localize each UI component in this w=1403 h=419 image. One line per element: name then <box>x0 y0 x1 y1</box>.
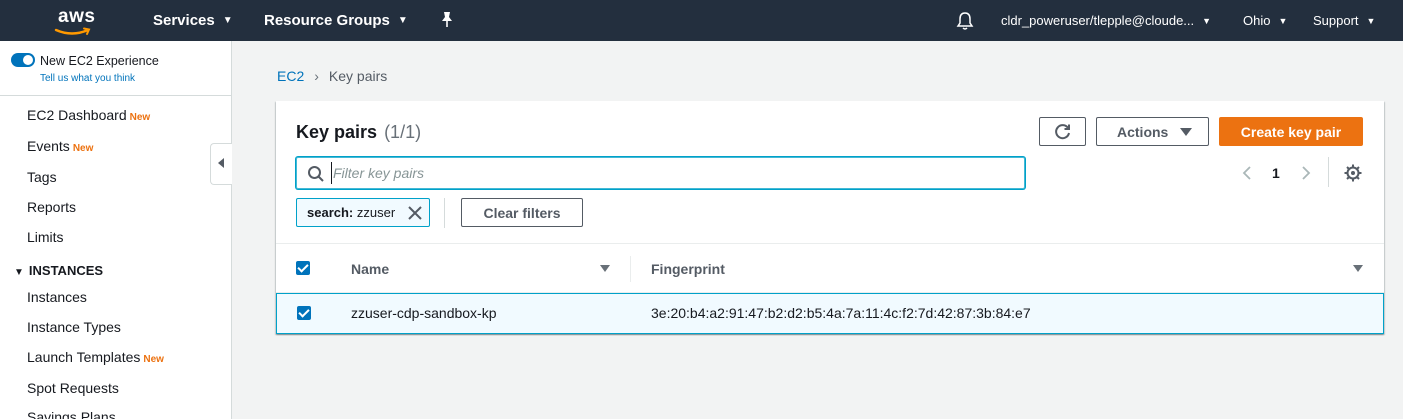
sidebar-collapse-button[interactable] <box>210 143 232 185</box>
search-box <box>296 157 1025 189</box>
new-experience-toggle[interactable] <box>11 53 35 67</box>
column-divider <box>630 256 631 282</box>
pin-icon[interactable] <box>439 11 455 29</box>
filter-divider <box>444 198 445 228</box>
clear-filters-button[interactable]: Clear filters <box>461 198 583 227</box>
chevron-down-icon: ▼ <box>222 15 233 26</box>
sort-icon[interactable] <box>1353 265 1363 272</box>
refresh-icon <box>1055 124 1070 140</box>
breadcrumb: EC2 › Key pairs <box>277 68 387 84</box>
gear-icon[interactable] <box>1344 164 1362 182</box>
key-pair-fingerprint: 3e:20:b4:a2:91:47:b2:d2:b5:4a:7a:11:4c:f… <box>651 305 1031 321</box>
sidebar-item-label: Limits <box>27 229 64 245</box>
sidebar-item-spot-requests[interactable]: Spot Requests <box>27 380 119 396</box>
services-label: Services <box>153 12 215 29</box>
filter-token: search: zzuser <box>296 198 430 227</box>
sidebar-item-instance-types[interactable]: Instance Types <box>27 319 121 335</box>
support-label: Support <box>1313 13 1359 28</box>
chevron-down-icon: ▼ <box>397 15 408 26</box>
table-header: Name Fingerprint <box>276 243 1384 293</box>
chevron-right-icon[interactable] <box>1301 165 1311 181</box>
page-number[interactable]: 1 <box>1272 165 1280 181</box>
column-header-name[interactable]: Name <box>351 261 389 277</box>
region-label: Ohio <box>1243 13 1271 28</box>
sidebar-item-savings-plans[interactable]: Savings Plans <box>27 409 116 419</box>
breadcrumb-current: Key pairs <box>328 68 388 84</box>
sidebar: New EC2 Experience Tell us what you thin… <box>0 41 232 419</box>
filter-token-key: search: <box>307 205 354 220</box>
sidebar-divider <box>0 95 231 96</box>
filter-token-label: search: zzuser <box>307 205 395 220</box>
refresh-button[interactable] <box>1039 117 1086 146</box>
select-all-checkbox[interactable] <box>296 261 310 275</box>
close-icon[interactable] <box>407 205 423 221</box>
row-checkbox[interactable] <box>297 306 311 320</box>
actions-button[interactable]: Actions <box>1096 117 1209 146</box>
create-key-pair-button[interactable]: Create key pair <box>1219 117 1363 146</box>
smile-icon <box>54 27 91 35</box>
sidebar-item-label: Instances <box>27 289 87 305</box>
sidebar-item-label: Reports <box>27 199 77 215</box>
caret-down-icon <box>1180 128 1192 136</box>
section-label: INSTANCES <box>28 263 104 278</box>
chevron-down-icon: ▼ <box>1202 16 1212 26</box>
sidebar-item-label: Spot Requests <box>27 380 119 396</box>
sidebar-item-ec2-dashboard[interactable]: EC2 Dashboard New <box>27 107 150 123</box>
pager-divider <box>1328 157 1329 187</box>
search-input[interactable] <box>331 162 1011 184</box>
sidebar-item-launch-templates[interactable]: Launch Templates New <box>27 349 164 365</box>
actions-label: Actions <box>1117 123 1169 140</box>
new-badge: New <box>129 112 151 123</box>
sidebar-item-label: Tags <box>27 169 57 185</box>
sort-icon[interactable] <box>600 265 610 272</box>
new-experience-label: New EC2 Experience <box>40 54 159 68</box>
filter-token-value: zzuser <box>356 205 396 220</box>
sidebar-item-label: Launch Templates <box>27 349 141 365</box>
user-menu[interactable]: cldr_poweruser/tlepple@cloude... ▼ <box>1001 13 1211 28</box>
key-pair-name: zzuser-cdp-sandbox-kp <box>351 305 497 321</box>
top-navigation: aws Services ▼ Resource Groups ▼ cldr_powe… <box>0 0 1403 41</box>
sidebar-item-label: Savings Plans <box>27 409 116 419</box>
caret-down-icon: ▼ <box>14 267 24 278</box>
aws-logo[interactable]: aws <box>44 6 100 36</box>
bell-icon[interactable] <box>956 11 974 31</box>
sidebar-item-reports[interactable]: Reports <box>27 199 76 215</box>
sidebar-item-instances[interactable]: Instances <box>27 289 87 305</box>
support-menu[interactable]: Support ▼ <box>1313 13 1375 28</box>
sidebar-item-label: Instance Types <box>27 319 121 335</box>
sidebar-item-events[interactable]: Events New <box>27 138 93 154</box>
table-row[interactable]: zzuser-cdp-sandbox-kp 3e:20:b4:a2:91:47:… <box>276 293 1384 334</box>
key-pairs-panel: Key pairs (1/1) Actions Create key pair … <box>276 101 1384 334</box>
sidebar-item-tags[interactable]: Tags <box>27 169 57 185</box>
chevron-down-icon: ▼ <box>1366 16 1376 26</box>
new-badge: New <box>72 143 94 154</box>
search-icon <box>308 166 324 182</box>
user-label: cldr_poweruser/tlepple@cloude... <box>1001 13 1195 28</box>
sidebar-section-instances[interactable]: ▼ INSTANCES <box>14 263 103 278</box>
sidebar-item-label: EC2 Dashboard <box>27 107 127 123</box>
breadcrumb-ec2-link[interactable]: EC2 <box>277 68 304 84</box>
panel-count: (1/1) <box>384 122 422 142</box>
resource-groups-label: Resource Groups <box>264 12 390 29</box>
chevron-right-icon: › <box>314 68 319 84</box>
panel-title-text: Key pairs <box>296 122 378 142</box>
page-title: Key pairs (1/1) <box>296 122 421 143</box>
sidebar-item-label: Events <box>27 138 70 154</box>
feedback-link[interactable]: Tell us what you think <box>40 73 135 84</box>
resource-groups-menu[interactable]: Resource Groups ▼ <box>264 12 408 29</box>
new-badge: New <box>143 354 164 365</box>
chevron-left-icon[interactable] <box>1242 165 1252 181</box>
sidebar-item-limits[interactable]: Limits <box>27 229 64 245</box>
column-header-fingerprint[interactable]: Fingerprint <box>651 261 725 277</box>
region-menu[interactable]: Ohio ▼ <box>1243 13 1287 28</box>
chevron-left-icon <box>218 158 224 168</box>
services-menu[interactable]: Services ▼ <box>153 12 233 29</box>
chevron-down-icon: ▼ <box>1278 16 1288 26</box>
